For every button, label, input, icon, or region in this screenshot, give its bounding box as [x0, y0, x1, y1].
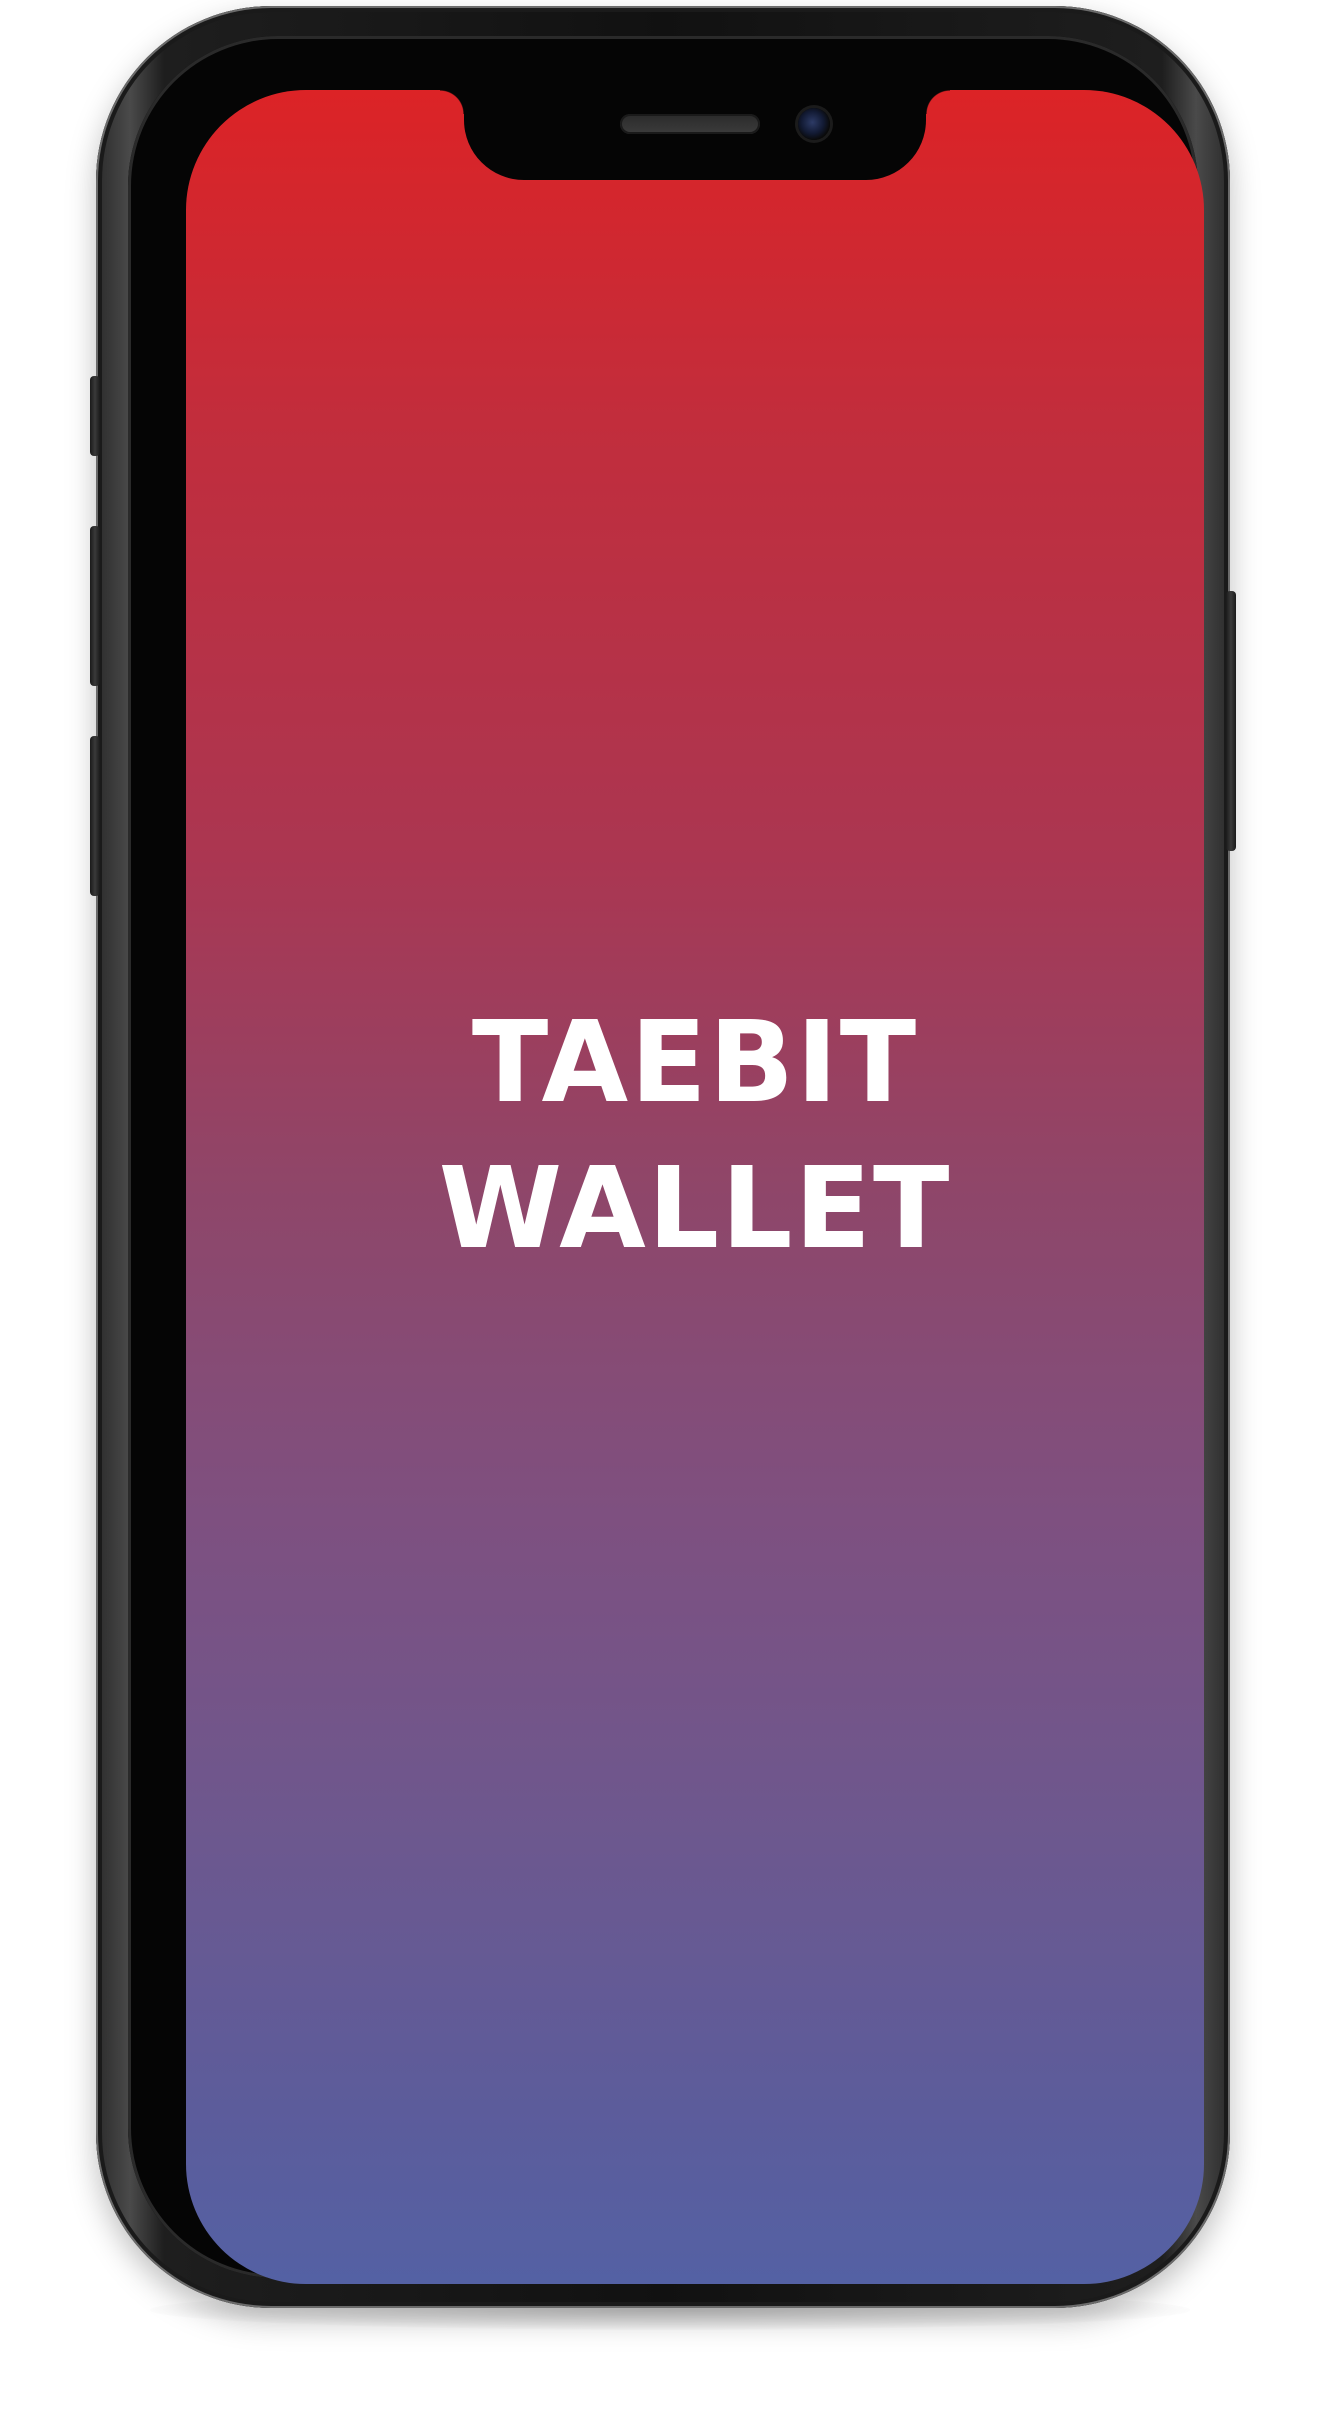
app-title-line-1: TAEBIT [471, 998, 919, 1128]
splash-screen: TAEBIT WALLET [186, 90, 1204, 2284]
phone-frame: TAEBIT WALLET [90, 6, 1236, 2308]
screen-bezel: TAEBIT WALLET [128, 36, 1204, 2284]
volume-down-button [90, 736, 100, 896]
front-camera-icon [798, 108, 830, 140]
mockup-stage: TAEBIT WALLET [0, 0, 1339, 2416]
app-title-line-2: WALLET [438, 1144, 952, 1274]
power-button [1226, 591, 1236, 851]
volume-up-button [90, 526, 100, 686]
silent-switch [90, 376, 100, 456]
notch [440, 90, 950, 180]
speaker-grille [620, 114, 760, 134]
app-title: TAEBIT WALLET [186, 990, 1204, 1282]
